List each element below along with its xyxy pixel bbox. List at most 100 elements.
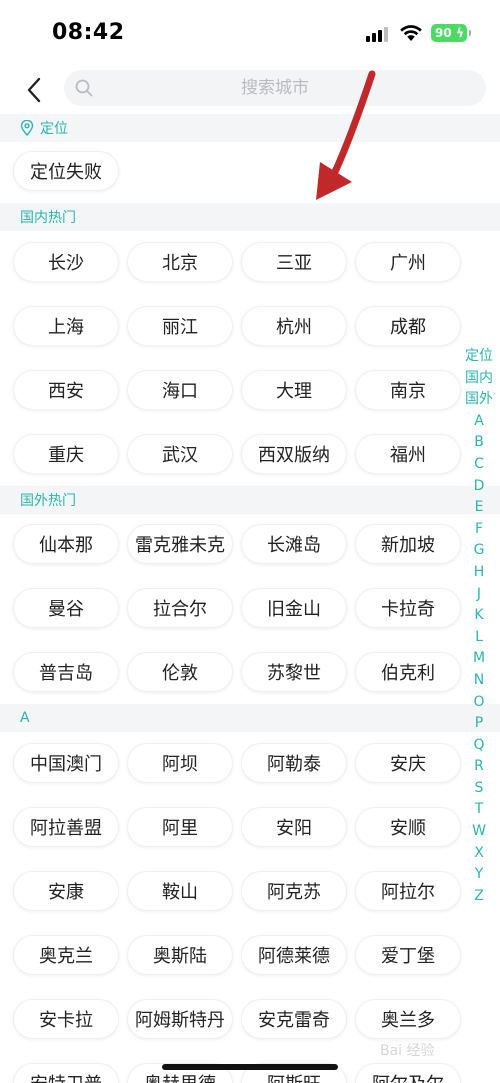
alphabet-index-item[interactable]: D bbox=[474, 476, 485, 498]
city-chip[interactable]: 安庆 bbox=[356, 744, 460, 782]
city-chip[interactable]: 阿克苏 bbox=[242, 872, 346, 910]
alphabet-index-item[interactable]: W bbox=[472, 821, 486, 843]
city-chip[interactable]: 三亚 bbox=[242, 243, 346, 281]
city-chip[interactable]: 阿德莱德 bbox=[242, 936, 346, 974]
city-chip[interactable]: 阿姆斯特丹 bbox=[128, 1000, 232, 1038]
city-chip[interactable]: 伦敦 bbox=[128, 653, 232, 691]
alphabet-index-item[interactable]: S bbox=[475, 778, 484, 800]
watermark: Bai 经验 bbox=[380, 1043, 435, 1059]
alphabet-index-item[interactable]: 国内 bbox=[465, 368, 493, 390]
alphabet-index-item[interactable]: A bbox=[474, 411, 484, 433]
alphabet-index-item[interactable]: J bbox=[477, 584, 481, 606]
city-chip[interactable]: 拉合尔 bbox=[128, 589, 232, 627]
city-chip[interactable]: 广州 bbox=[356, 243, 460, 281]
city-chip[interactable]: 爱丁堡 bbox=[356, 936, 460, 974]
alphabet-index-item[interactable]: R bbox=[474, 756, 484, 778]
city-chip[interactable]: 海口 bbox=[128, 371, 232, 409]
search-input[interactable]: 搜索城市 bbox=[64, 70, 486, 106]
alphabet-index-item[interactable]: N bbox=[474, 670, 484, 692]
section-header-overseas: 国外热门 bbox=[0, 486, 500, 514]
city-chip[interactable]: 安康 bbox=[14, 872, 118, 910]
city-chip[interactable]: 阿拉尔 bbox=[356, 872, 460, 910]
alphabet-index-item[interactable]: T bbox=[475, 799, 484, 821]
alphabet-index[interactable]: 定位 国内 国外 A B C D E F G H J K L M N O P Q R S T W X Y Z bbox=[462, 346, 496, 907]
section-header-a: A bbox=[0, 704, 500, 732]
alphabet-index-item[interactable]: Y bbox=[475, 864, 484, 886]
city-chip[interactable]: 重庆 bbox=[14, 435, 118, 473]
section-header-location: 定位 bbox=[0, 114, 500, 142]
city-chip[interactable]: 定位失败 bbox=[14, 152, 118, 190]
section-title-overseas: 国外热门 bbox=[20, 493, 76, 509]
city-chip[interactable]: 苏黎世 bbox=[242, 653, 346, 691]
alphabet-index-item[interactable]: O bbox=[473, 692, 484, 714]
city-chip[interactable]: 中国澳门 bbox=[14, 744, 118, 782]
section-title-domestic: 国内热门 bbox=[20, 210, 76, 226]
alphabet-index-item[interactable]: B bbox=[474, 432, 484, 454]
city-chip[interactable]: 阿坝 bbox=[128, 744, 232, 782]
alphabet-index-item[interactable]: M bbox=[473, 648, 485, 670]
city-chip[interactable]: 奥兰多 bbox=[356, 1000, 460, 1038]
alphabet-index-item[interactable]: G bbox=[474, 540, 485, 562]
city-chip[interactable]: 阿拉善盟 bbox=[14, 808, 118, 846]
city-chip[interactable]: 曼谷 bbox=[14, 589, 118, 627]
city-chip[interactable]: 上海 bbox=[14, 307, 118, 345]
city-chip[interactable]: 奥克兰 bbox=[14, 936, 118, 974]
city-chip[interactable]: 新加坡 bbox=[356, 525, 460, 563]
city-chip[interactable]: 奥斯陆 bbox=[128, 936, 232, 974]
back-button[interactable] bbox=[14, 70, 54, 110]
city-chip[interactable]: 北京 bbox=[128, 243, 232, 281]
alphabet-index-item[interactable]: P bbox=[475, 713, 483, 735]
section-header-domestic: 国内热门 bbox=[0, 203, 500, 231]
city-chip[interactable]: 阿尔及尔 bbox=[356, 1064, 460, 1083]
alphabet-index-item[interactable]: L bbox=[475, 627, 483, 649]
location-pin-icon bbox=[20, 120, 34, 136]
alphabet-index-item[interactable]: E bbox=[475, 497, 484, 519]
search-placeholder: 搜索城市 bbox=[241, 78, 309, 98]
section-title-location: 定位 bbox=[40, 121, 68, 137]
alphabet-index-item[interactable]: H bbox=[474, 562, 485, 584]
city-chip[interactable]: 西双版纳 bbox=[242, 435, 346, 473]
city-chip[interactable]: 长滩岛 bbox=[242, 525, 346, 563]
status-time: 08:42 bbox=[52, 20, 125, 45]
alphabet-index-item[interactable]: 国外 bbox=[465, 389, 493, 411]
cellular-signal-icon bbox=[366, 26, 390, 42]
city-chip[interactable]: 大理 bbox=[242, 371, 346, 409]
alphabet-index-item[interactable]: 定位 bbox=[465, 346, 493, 368]
city-chip[interactable]: 安克雷奇 bbox=[242, 1000, 346, 1038]
city-chip[interactable]: 杭州 bbox=[242, 307, 346, 345]
city-chip[interactable]: 西安 bbox=[14, 371, 118, 409]
city-chip[interactable]: 伯克利 bbox=[356, 653, 460, 691]
alphabet-index-item[interactable]: F bbox=[475, 519, 483, 541]
city-chip[interactable]: 武汉 bbox=[128, 435, 232, 473]
charging-bolt-icon: ϟ bbox=[456, 26, 464, 40]
city-chip[interactable]: 普吉岛 bbox=[14, 653, 118, 691]
city-chip[interactable]: 雷克雅未克 bbox=[128, 525, 232, 563]
alphabet-index-item[interactable]: Z bbox=[474, 886, 484, 908]
battery-level: 90 bbox=[435, 26, 452, 40]
city-chip[interactable]: 仙本那 bbox=[14, 525, 118, 563]
chevron-left-icon bbox=[27, 77, 41, 103]
alphabet-index-item[interactable]: K bbox=[474, 605, 483, 627]
status-bar: 08:42 90 ϟ bbox=[0, 0, 500, 64]
alphabet-index-item[interactable]: Q bbox=[473, 735, 484, 757]
alphabet-index-item[interactable]: X bbox=[474, 843, 484, 865]
section-title-a: A bbox=[20, 710, 30, 726]
city-chip[interactable]: 丽江 bbox=[128, 307, 232, 345]
city-chip[interactable]: 成都 bbox=[356, 307, 460, 345]
city-chip[interactable]: 安卡拉 bbox=[14, 1000, 118, 1038]
city-chip[interactable]: 安特卫普 bbox=[14, 1064, 118, 1083]
city-chip[interactable]: 安顺 bbox=[356, 808, 460, 846]
alphabet-index-item[interactable]: C bbox=[474, 454, 484, 476]
wifi-icon bbox=[400, 25, 422, 41]
city-chip[interactable]: 长沙 bbox=[14, 243, 118, 281]
city-chip[interactable]: 阿里 bbox=[128, 808, 232, 846]
city-chip[interactable]: 卡拉奇 bbox=[356, 589, 460, 627]
home-indicator bbox=[162, 1064, 338, 1070]
city-chip[interactable]: 阿勒泰 bbox=[242, 744, 346, 782]
city-chip[interactable]: 福州 bbox=[356, 435, 460, 473]
city-chip[interactable]: 安阳 bbox=[242, 808, 346, 846]
city-chip[interactable]: 旧金山 bbox=[242, 589, 346, 627]
red-arrow-annotation bbox=[316, 70, 376, 200]
city-chip[interactable]: 南京 bbox=[356, 371, 460, 409]
city-chip[interactable]: 鞍山 bbox=[128, 872, 232, 910]
